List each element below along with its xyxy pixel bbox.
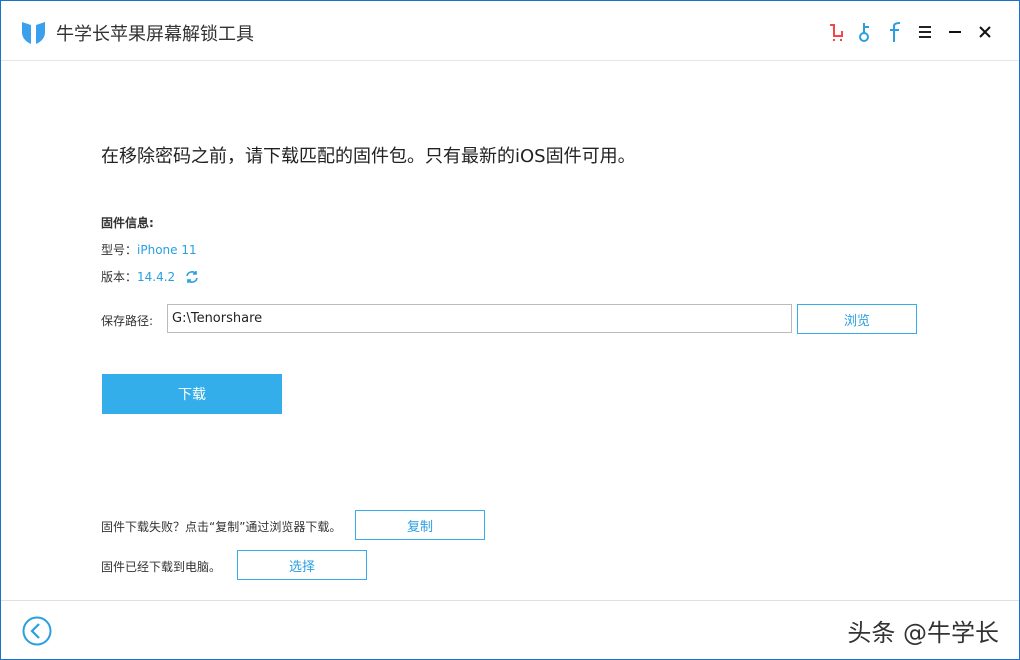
minimize-icon[interactable] xyxy=(944,21,966,43)
fail-text: 固件下载失败？点击“复制”通过浏览器下载。 xyxy=(101,520,342,534)
watermark: 头条 @牛学长 xyxy=(847,619,999,647)
model-row: 型号：iPhone 11 xyxy=(101,241,197,258)
copy-button[interactable]: 复制 xyxy=(355,510,485,540)
model-label: 型号： xyxy=(101,243,138,257)
facebook-icon[interactable] xyxy=(884,21,906,43)
select-button[interactable]: 选择 xyxy=(237,550,367,580)
menu-icon[interactable] xyxy=(914,21,936,43)
model-value: iPhone 11 xyxy=(137,243,197,257)
save-path-label: 保存路径: xyxy=(101,314,154,328)
version-row: 版本： 14.4.2 xyxy=(101,268,199,285)
save-path-input[interactable] xyxy=(167,304,792,333)
close-icon[interactable] xyxy=(974,21,996,43)
headline: 在移除密码之前，请下载匹配的固件包。只有最新的iOS固件可用。 xyxy=(101,146,636,167)
key-icon[interactable] xyxy=(854,21,876,43)
footer-divider xyxy=(1,600,1019,601)
version-value: 14.4.2 xyxy=(137,269,176,284)
downloaded-text: 固件已经下载到电脑。 xyxy=(101,560,222,574)
back-button-icon[interactable] xyxy=(22,616,52,646)
app-title: 牛学长苹果屏幕解锁工具 xyxy=(56,24,254,45)
cart-icon[interactable] xyxy=(825,21,847,43)
download-button[interactable]: 下载 xyxy=(102,374,282,414)
title-bar: 牛学长苹果屏幕解锁工具 xyxy=(1,1,1019,61)
browse-button[interactable]: 浏览 xyxy=(797,304,917,334)
firmware-info-label: 固件信息: xyxy=(101,216,154,230)
refresh-icon[interactable] xyxy=(185,270,199,284)
app-logo-icon xyxy=(22,22,45,44)
version-label: 版本： xyxy=(101,270,138,284)
app-window: 牛学长苹果屏幕解锁工具 在移除密码之前，请下载匹配的固件包。只有最新的iOS固件… xyxy=(0,0,1020,660)
